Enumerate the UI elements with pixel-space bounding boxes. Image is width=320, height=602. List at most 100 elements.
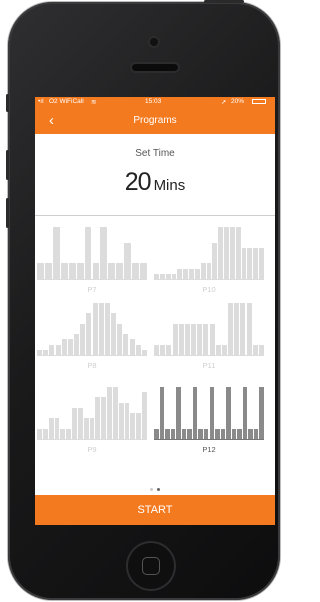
program-level-bar — [77, 407, 83, 439]
program-level-bar — [160, 344, 166, 355]
page-dot[interactable] — [150, 488, 153, 492]
program-label: P11 — [202, 361, 216, 370]
program-level-bar — [252, 344, 258, 355]
program-level-bar — [80, 323, 86, 355]
program-level-bar — [246, 303, 252, 355]
program-level-bar — [100, 227, 108, 279]
program-level-bar — [237, 428, 242, 439]
program-level-bar — [212, 242, 218, 279]
status-time: 15:03 — [145, 98, 162, 105]
program-level-bar — [108, 263, 116, 279]
program-level-bar — [116, 263, 124, 279]
time-unit: Mins — [153, 177, 186, 194]
program-label: P7 — [87, 285, 97, 294]
program-level-bar — [52, 227, 60, 279]
program-level-bar — [224, 227, 229, 279]
program-label: P8 — [87, 361, 97, 370]
nav-bar: ‹ Programs — [35, 108, 275, 134]
program-chart — [154, 387, 264, 440]
program-level-bar — [43, 349, 49, 355]
program-level-bar — [166, 344, 172, 355]
program-level-bar — [171, 273, 177, 279]
mute-switch — [6, 94, 9, 112]
program-level-bar — [112, 387, 118, 439]
app-screen: •ıl O2 WiFiCall ≋ 15:03 ➚ 20% ‹ Programs… — [35, 97, 275, 525]
earpiece-speaker — [132, 64, 178, 71]
program-level-bar — [76, 263, 84, 279]
program-level-bar — [258, 344, 264, 355]
program-level-bar — [74, 334, 80, 355]
program-level-bar — [86, 313, 92, 355]
program-level-bar — [253, 247, 259, 279]
program-chart — [37, 227, 147, 280]
program-level-bar — [135, 344, 141, 355]
program-level-bar — [66, 428, 72, 439]
set-time-label: Set Time — [135, 148, 175, 159]
program-level-bar — [159, 387, 165, 439]
program-level-bar — [68, 263, 76, 279]
program-level-bar — [221, 344, 227, 355]
program-label: P12 — [202, 445, 216, 454]
program-level-bar — [37, 263, 44, 279]
program-level-bar — [107, 387, 112, 439]
time-display[interactable]: 20 Mins — [35, 168, 275, 197]
program-level-bar — [203, 323, 209, 355]
program-level-bar — [176, 387, 181, 439]
program-level-bar — [72, 407, 77, 439]
program-level-bar — [209, 323, 215, 355]
start-button[interactable]: START — [35, 495, 275, 525]
program-level-bar — [84, 227, 92, 279]
program-level-bar — [231, 428, 237, 439]
program-level-bar — [200, 263, 206, 279]
program-level-bar — [235, 227, 241, 279]
power-button — [204, 0, 244, 3]
program-chart — [154, 227, 264, 280]
program-level-bar — [92, 263, 100, 279]
program-level-bar — [44, 263, 52, 279]
program-chart — [37, 387, 147, 440]
program-level-bar — [95, 397, 101, 439]
program-level-bar — [259, 247, 264, 279]
page-indicator[interactable] — [35, 481, 275, 492]
program-level-bar — [183, 268, 189, 279]
program-level-bar — [259, 387, 264, 439]
program-level-bar — [165, 273, 171, 279]
program-level-bar — [124, 242, 132, 279]
program-level-bar — [111, 313, 117, 355]
program-level-bar — [215, 344, 221, 355]
program-level-bar — [37, 349, 43, 355]
program-level-bar — [154, 344, 160, 355]
program-level-bar — [184, 323, 190, 355]
signal-icon: •ıl — [38, 98, 44, 105]
program-level-bar — [203, 428, 209, 439]
program-level-bar — [48, 418, 54, 439]
program-level-bar — [140, 263, 147, 279]
time-value: 20 — [124, 168, 152, 196]
program-level-bar — [136, 413, 142, 439]
program-level-bar — [132, 263, 140, 279]
page-dot-active[interactable] — [157, 488, 160, 492]
status-bar: •ıl O2 WiFiCall ≋ 15:03 ➚ 20% — [35, 97, 275, 108]
program-level-bar — [234, 303, 240, 355]
program-level-bar — [89, 418, 95, 439]
program-level-bar — [198, 428, 203, 439]
program-level-bar — [206, 263, 212, 279]
program-level-bar — [191, 323, 197, 355]
program-level-bar — [170, 428, 176, 439]
program-level-bar — [104, 303, 110, 355]
program-label: P10 — [202, 285, 216, 294]
program-level-bar — [229, 227, 235, 279]
program-level-bar — [61, 339, 67, 355]
program-level-bar — [117, 323, 123, 355]
program-label: P9 — [87, 445, 97, 454]
program-level-bar — [215, 428, 220, 439]
program-level-bar — [240, 303, 246, 355]
program-level-bar — [226, 387, 231, 439]
program-level-bar — [129, 339, 135, 355]
program-level-bar — [159, 273, 165, 279]
program-level-bar — [42, 428, 48, 439]
program-level-bar — [177, 268, 183, 279]
program-level-bar — [141, 349, 147, 355]
program-level-bar — [123, 334, 129, 355]
program-level-bar — [178, 323, 184, 355]
